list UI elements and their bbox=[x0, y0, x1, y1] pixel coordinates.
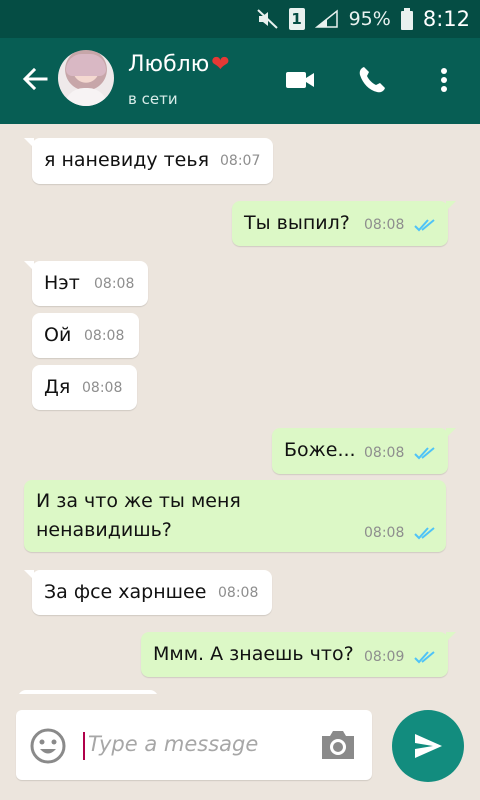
send-button[interactable] bbox=[392, 710, 464, 782]
message-outgoing[interactable]: Ммм. А знаешь что? 08:09 bbox=[141, 632, 456, 677]
text-caret bbox=[83, 732, 85, 760]
message-outgoing[interactable]: И за что же ты меня ненавидишь? 08:08 bbox=[24, 480, 446, 552]
message-text: Ммм. А знаешь что? bbox=[153, 643, 354, 665]
more-vert-icon[interactable] bbox=[428, 64, 460, 96]
message-incoming[interactable]: Ой 08:08 bbox=[32, 313, 139, 358]
message-time: 08:08 bbox=[82, 380, 123, 396]
message-outgoing[interactable]: Ты выпил? 08:08 bbox=[232, 201, 456, 246]
message-input[interactable]: Type a message bbox=[88, 732, 258, 756]
contact-name[interactable]: Люблю❤ bbox=[128, 52, 230, 77]
message-incoming[interactable]: я наневиду теья 08:07 bbox=[24, 138, 273, 184]
sim-badge: 1 bbox=[288, 8, 305, 30]
message-text: Боже... bbox=[284, 439, 356, 461]
battery-percent: 95% bbox=[348, 8, 391, 30]
message-text: я наневиду теья bbox=[44, 149, 209, 171]
read-ticks-icon bbox=[414, 651, 435, 664]
chat-header: Люблю❤ в сети bbox=[0, 38, 480, 124]
message-text: И за что же ты меня ненавидишь? bbox=[36, 490, 241, 541]
message-text: Ты выпил? bbox=[244, 212, 350, 234]
message-text: Ой bbox=[44, 324, 72, 346]
message-time: 08:08 bbox=[94, 276, 135, 292]
video-call-icon[interactable] bbox=[284, 64, 316, 96]
mute-icon bbox=[256, 9, 278, 29]
message-time: 08:07 bbox=[220, 153, 261, 169]
camera-icon[interactable] bbox=[318, 728, 358, 762]
message-time: 08:08 bbox=[364, 217, 405, 233]
send-icon bbox=[415, 734, 442, 758]
read-ticks-icon bbox=[414, 447, 435, 460]
message-text: За фсе харншее bbox=[44, 581, 207, 603]
message-text: Дя bbox=[44, 376, 71, 398]
battery-icon bbox=[400, 8, 413, 30]
input-bar: Type a message bbox=[0, 694, 480, 800]
back-arrow-icon[interactable] bbox=[20, 64, 50, 94]
message-text: Нэт bbox=[44, 272, 80, 294]
heart-icon: ❤ bbox=[211, 52, 230, 77]
chat-area[interactable]: я наневиду теья 08:07 Ты выпил? 08:08 Нэ… bbox=[0, 124, 480, 694]
contact-name-text: Люблю bbox=[128, 52, 210, 77]
phone-icon[interactable] bbox=[356, 64, 388, 96]
emoji-icon[interactable] bbox=[30, 728, 66, 764]
message-time: 08:08 bbox=[218, 585, 259, 601]
message-outgoing[interactable]: Боже... 08:08 bbox=[272, 428, 456, 474]
message-time: 08:08 bbox=[364, 445, 405, 461]
read-ticks-icon bbox=[414, 527, 435, 540]
message-incoming[interactable]: За фсе харншее 08:08 bbox=[24, 570, 272, 615]
message-incoming[interactable]: Нэт 08:08 bbox=[24, 261, 148, 306]
read-ticks-icon bbox=[414, 219, 435, 232]
message-time: 08:08 bbox=[84, 328, 125, 344]
status-icons: 1 95% 8:12 bbox=[256, 0, 470, 38]
signal-icon bbox=[314, 9, 338, 28]
contact-status: в сети bbox=[128, 90, 178, 108]
clock: 8:12 bbox=[422, 7, 470, 31]
message-incoming[interactable]: Дя 08:08 bbox=[32, 365, 137, 410]
message-input-container: Type a message bbox=[16, 710, 372, 780]
status-bar: 1 95% 8:12 bbox=[0, 0, 480, 38]
avatar[interactable] bbox=[58, 50, 114, 106]
message-time: 08:08 bbox=[364, 525, 405, 541]
message-time: 08:09 bbox=[364, 649, 405, 665]
